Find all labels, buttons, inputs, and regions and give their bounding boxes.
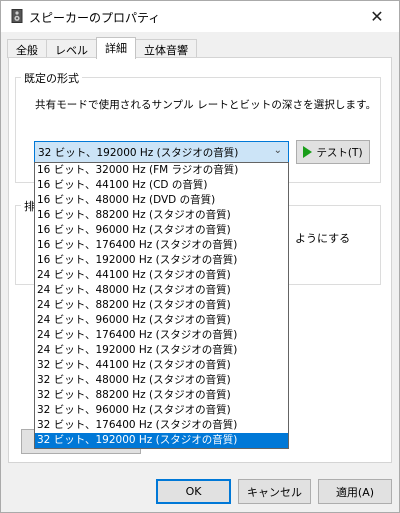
format-option[interactable]: 16 ビット、44100 Hz (CD の音質) bbox=[35, 178, 288, 193]
tab-advanced[interactable]: 詳細 bbox=[96, 37, 136, 59]
format-option[interactable]: 32 ビット、48000 Hz (スタジオの音質) bbox=[35, 373, 288, 388]
play-icon bbox=[303, 146, 313, 158]
chevron-down-icon: ⌄ bbox=[273, 145, 282, 156]
format-dropdown-list[interactable]: 16 ビット、32000 Hz (FM ラジオの音質) 16 ビット、44100… bbox=[34, 162, 289, 449]
tab-general[interactable]: 全般 bbox=[7, 39, 47, 58]
format-option[interactable]: 32 ビット、88200 Hz (スタジオの音質) bbox=[35, 388, 288, 403]
format-option[interactable]: 16 ビット、48000 Hz (DVD の音質) bbox=[35, 193, 288, 208]
tab-levels[interactable]: レベル bbox=[46, 39, 97, 58]
format-select[interactable]: 32 ビット、192000 Hz (スタジオの音質) ⌄ bbox=[34, 141, 289, 163]
default-format-description: 共有モードで使用されるサンプル レートとビットの深さを選択します。 bbox=[35, 99, 377, 111]
format-option[interactable]: 24 ビット、192000 Hz (スタジオの音質) bbox=[35, 343, 288, 358]
ok-button[interactable]: OK bbox=[156, 479, 231, 504]
exclusive-option-text: ようにする bbox=[295, 232, 351, 245]
window-title: スピーカーのプロパティ bbox=[29, 11, 161, 25]
format-option[interactable]: 24 ビット、48000 Hz (スタジオの音質) bbox=[35, 283, 288, 298]
format-option-selected[interactable]: 32 ビット、192000 Hz (スタジオの音質) bbox=[35, 433, 288, 448]
format-option[interactable]: 24 ビット、96000 Hz (スタジオの音質) bbox=[35, 313, 288, 328]
apply-button[interactable]: 適用(A) bbox=[318, 479, 392, 504]
title-bar: スピーカーのプロパティ ✕ bbox=[1, 1, 399, 32]
format-option[interactable]: 24 ビット、44100 Hz (スタジオの音質) bbox=[35, 268, 288, 283]
close-icon: ✕ bbox=[370, 7, 384, 26]
format-option[interactable]: 16 ビット、88200 Hz (スタジオの音質) bbox=[35, 208, 288, 223]
test-button-label: テスト(T) bbox=[316, 146, 363, 159]
format-option[interactable]: 16 ビット、32000 Hz (FM ラジオの音質) bbox=[35, 163, 288, 178]
properties-window: スピーカーのプロパティ ✕ 全般 レベル 詳細 立体音響 既定の形式 共有モード… bbox=[0, 0, 400, 513]
format-option[interactable]: 16 ビット、176400 Hz (スタジオの音質) bbox=[35, 238, 288, 253]
format-option[interactable]: 24 ビット、176400 Hz (スタジオの音質) bbox=[35, 328, 288, 343]
format-option[interactable]: 32 ビット、96000 Hz (スタジオの音質) bbox=[35, 403, 288, 418]
format-option[interactable]: 16 ビット、96000 Hz (スタジオの音質) bbox=[35, 223, 288, 238]
tab-spatial-sound[interactable]: 立体音響 bbox=[135, 39, 197, 58]
format-option[interactable]: 32 ビット、44100 Hz (スタジオの音質) bbox=[35, 358, 288, 373]
format-option[interactable]: 32 ビット、176400 Hz (スタジオの音質) bbox=[35, 418, 288, 433]
speaker-icon bbox=[11, 9, 23, 23]
default-format-label: 既定の形式 bbox=[21, 70, 82, 86]
format-option[interactable]: 24 ビット、88200 Hz (スタジオの音質) bbox=[35, 298, 288, 313]
test-button[interactable]: テスト(T) bbox=[296, 140, 370, 164]
close-button[interactable]: ✕ bbox=[355, 1, 399, 32]
cancel-button[interactable]: キャンセル bbox=[238, 479, 311, 504]
format-select-value: 32 ビット、192000 Hz (スタジオの音質) bbox=[38, 147, 239, 159]
format-option[interactable]: 16 ビット、192000 Hz (スタジオの音質) bbox=[35, 253, 288, 268]
tab-strip: 全般 レベル 詳細 立体音響 bbox=[7, 37, 197, 59]
